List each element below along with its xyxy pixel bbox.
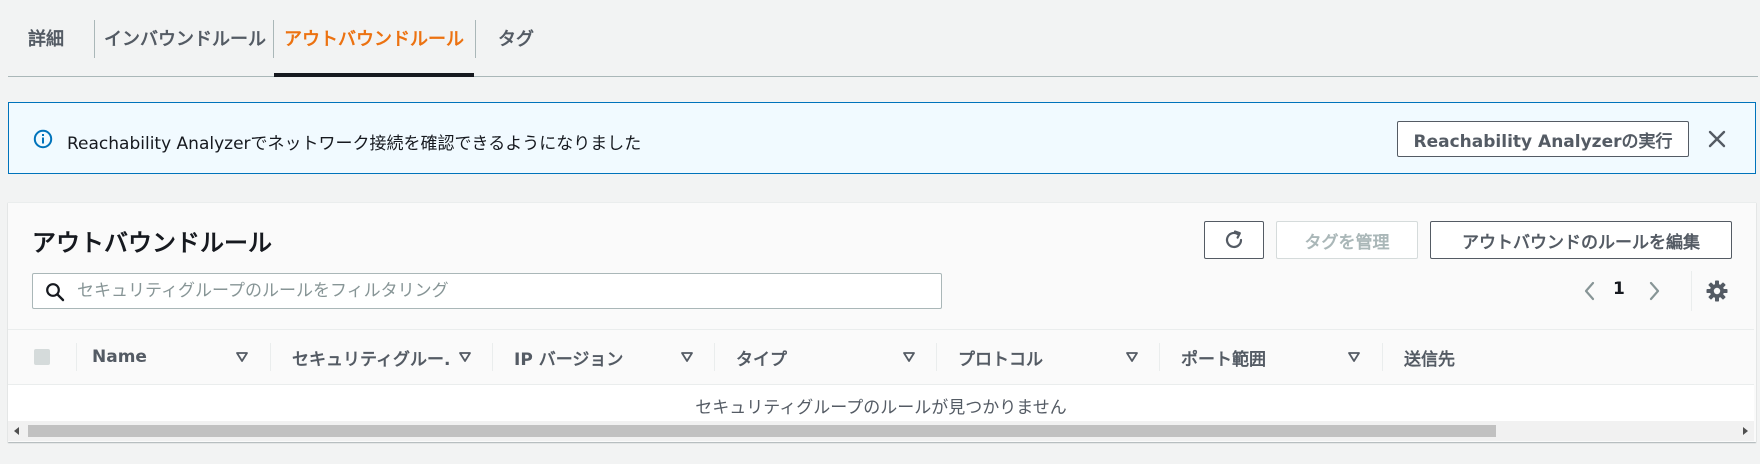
- column-header-name[interactable]: Name: [92, 330, 242, 384]
- run-reachability-analyzer-button[interactable]: Reachability Analyzerの実行: [1397, 121, 1689, 157]
- column-divider: [76, 343, 77, 371]
- column-header-security-group[interactable]: セキュリティグルー...: [292, 330, 452, 384]
- previous-page-icon[interactable]: [1580, 279, 1600, 303]
- column-divider: [492, 343, 493, 371]
- outbound-rules-panel: アウトバウンドルール タグを管理 アウトバウンドのルールを編集 1: [8, 202, 1756, 442]
- info-icon: [33, 129, 53, 149]
- search-box: [32, 273, 942, 309]
- tab-divider: [94, 20, 95, 58]
- refresh-button[interactable]: [1204, 221, 1264, 259]
- info-banner: Reachability Analyzerでネットワーク接続を確認できるようにな…: [8, 102, 1756, 174]
- pagination-divider: [1691, 271, 1692, 311]
- current-page-number[interactable]: 1: [1613, 279, 1625, 299]
- column-header-ip-version[interactable]: IP バージョン: [514, 330, 664, 384]
- sort-icon[interactable]: [458, 350, 472, 364]
- sort-icon[interactable]: [1125, 350, 1139, 364]
- column-divider: [1159, 343, 1160, 371]
- refresh-icon: [1225, 230, 1243, 249]
- sort-icon[interactable]: [680, 350, 694, 364]
- sort-icon[interactable]: [235, 350, 249, 364]
- panel-title: アウトバウンドルール: [32, 229, 272, 257]
- table-body: セキュリティグループのルールが見つかりません: [8, 385, 1754, 421]
- tab-inbound-rules[interactable]: インバウンドルール: [96, 0, 274, 76]
- horizontal-scrollbar[interactable]: [8, 421, 1754, 441]
- column-divider: [714, 343, 715, 371]
- tab-details[interactable]: 詳細: [8, 0, 84, 76]
- close-icon[interactable]: [1707, 129, 1727, 149]
- select-all-checkbox[interactable]: [34, 349, 50, 365]
- tab-tags[interactable]: タグ: [476, 0, 556, 76]
- search-input[interactable]: [77, 276, 927, 306]
- sort-icon[interactable]: [1347, 350, 1361, 364]
- table-header: Name セキュリティグルー... IP バージョン タイプ プロトコル ポート…: [8, 329, 1754, 385]
- column-divider: [936, 343, 937, 371]
- next-page-icon[interactable]: [1644, 279, 1664, 303]
- scroll-left-icon[interactable]: [12, 426, 22, 436]
- tab-outbound-rules[interactable]: アウトバウンドルール: [274, 0, 474, 77]
- scrollbar-thumb[interactable]: [28, 425, 1496, 437]
- manage-tags-button[interactable]: タグを管理: [1276, 221, 1418, 259]
- scroll-right-icon[interactable]: [1740, 426, 1750, 436]
- column-header-destination[interactable]: 送信先: [1404, 330, 1554, 384]
- empty-table-message: セキュリティグループのルールが見つかりません: [695, 398, 1067, 418]
- search-icon: [46, 283, 65, 302]
- column-header-type[interactable]: タイプ: [736, 330, 886, 384]
- column-divider: [1382, 343, 1383, 371]
- column-divider: [270, 343, 271, 371]
- column-header-protocol[interactable]: プロトコル: [958, 330, 1108, 384]
- tab-bar: 詳細 インバウンドルール アウトバウンドルール タグ: [8, 0, 1758, 77]
- banner-message: Reachability Analyzerでネットワーク接続を確認できるようにな…: [67, 134, 642, 154]
- sort-icon[interactable]: [902, 350, 916, 364]
- gear-icon[interactable]: [1705, 279, 1729, 303]
- column-header-port-range[interactable]: ポート範囲: [1181, 330, 1331, 384]
- edit-outbound-rules-button[interactable]: アウトバウンドのルールを編集: [1430, 221, 1732, 259]
